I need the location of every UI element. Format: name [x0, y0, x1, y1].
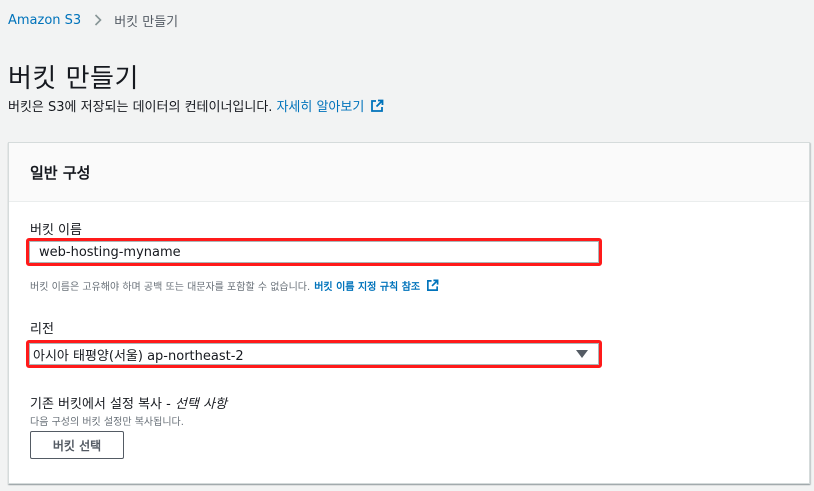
- page-description-text: 버킷은 S3에 저장되는 데이터의 컨테이너입니다.: [8, 100, 273, 115]
- breadcrumb-current: 버킷 만들기: [114, 14, 179, 30]
- region-highlight: 아시아 태평양(서울) ap-northeast-2: [26, 340, 602, 368]
- page-description: 버킷은 S3에 저장되는 데이터의 컨테이너입니다. 자세히 알아보기: [8, 96, 384, 115]
- external-link-icon[interactable]: [426, 279, 439, 292]
- bucket-name-hint: 버킷 이름은 고유해야 하며 공백 또는 대문자를 포함할 수 없습니다. 버킷…: [30, 278, 439, 293]
- choose-bucket-button[interactable]: 버킷 선택: [30, 431, 124, 459]
- learn-more-link[interactable]: 자세히 알아보기: [276, 96, 364, 115]
- caret-down-icon: [576, 350, 588, 358]
- copy-settings-hint: 다음 구성의 버킷 설정만 복사됩니다.: [30, 417, 184, 428]
- region-selected-value: 아시아 태평양(서울) ap-northeast-2: [33, 348, 244, 364]
- breadcrumb: Amazon S3 버킷 만들기: [8, 10, 178, 30]
- bucket-naming-rules-link[interactable]: 버킷 이름 지정 규칙 참조: [314, 278, 420, 293]
- region-select[interactable]: 아시아 태평양(서울) ap-northeast-2: [29, 343, 599, 365]
- copy-settings-label: 기존 버킷에서 설정 복사 - 선택 사항: [30, 393, 227, 412]
- bucket-name-hint-text: 버킷 이름은 고유해야 하며 공백 또는 대문자를 포함할 수 없습니다.: [30, 282, 311, 293]
- general-configuration-panel: 일반 구성 버킷 이름 버킷 이름은 고유해야 하며 공백 또는 대문자를 포함…: [8, 142, 810, 484]
- region-label: 리전: [30, 322, 54, 337]
- bucket-name-highlight: [26, 238, 602, 266]
- panel-header: 일반 구성: [9, 143, 809, 202]
- bucket-name-label: 버킷 이름: [30, 223, 82, 238]
- breadcrumb-amazon-s3-link[interactable]: Amazon S3: [8, 13, 81, 28]
- external-link-icon[interactable]: [370, 99, 384, 113]
- chevron-right-icon: [94, 14, 102, 26]
- optional-tag: 선택 사항: [174, 397, 227, 412]
- bucket-name-input[interactable]: [29, 241, 599, 263]
- page-title: 버킷 만들기: [8, 64, 139, 94]
- copy-settings-label-text: 기존 버킷에서 설정 복사 -: [30, 397, 175, 412]
